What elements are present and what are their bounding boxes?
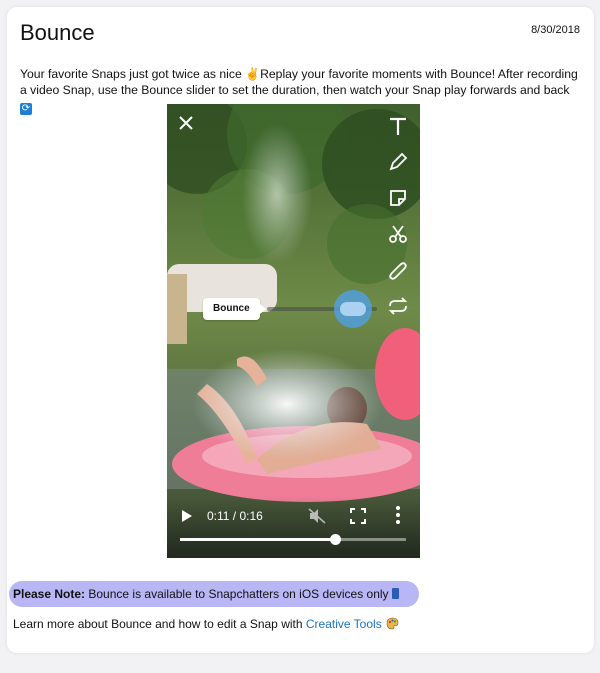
close-icon[interactable] <box>177 114 195 132</box>
learn-more-text: Learn more about Bounce and how to edit … <box>13 617 399 631</box>
paperclip-icon[interactable] <box>386 258 410 282</box>
article-date: 8/30/2018 <box>531 24 580 36</box>
video-progress-fill <box>180 538 336 541</box>
creative-tools-link[interactable]: Creative Tools <box>306 617 382 631</box>
time-display: 0:11 / 0:16 <box>207 509 263 523</box>
text-icon[interactable] <box>386 114 410 138</box>
video-progress-bar[interactable] <box>180 534 406 545</box>
artist-palette-icon <box>386 617 399 630</box>
video-frame <box>167 104 420 558</box>
fullscreen-icon[interactable] <box>350 508 366 524</box>
victory-hand-icon: ✌ <box>245 67 261 81</box>
mute-icon[interactable] <box>308 508 326 524</box>
play-icon[interactable] <box>179 509 193 523</box>
pencil-icon[interactable] <box>386 150 410 174</box>
description-text-1: Your favorite Snaps just got twice as ni… <box>20 67 246 81</box>
repeat-icon: ⟳ <box>20 103 32 115</box>
mobile-phone-icon <box>391 588 399 599</box>
learn-more-prefix: Learn more about Bounce and how to edit … <box>13 617 306 631</box>
bounce-slider[interactable]: Bounce <box>203 290 413 328</box>
sticker-icon[interactable] <box>386 186 410 210</box>
video-player[interactable]: Bounce 0:11 / 0:16 <box>167 104 420 558</box>
more-icon[interactable] <box>395 505 401 525</box>
video-controls: 0:11 / 0:16 <box>167 496 420 558</box>
bounce-label: Bounce <box>203 298 266 320</box>
bounce-slider-handle[interactable] <box>333 290 372 328</box>
article-title: Bounce <box>20 20 95 45</box>
note-text: Bounce is available to Snapchatters on i… <box>85 587 389 601</box>
please-note-callout: Please Note: Bounce is available to Snap… <box>9 581 419 607</box>
video-progress-handle[interactable] <box>330 534 342 545</box>
scissors-icon[interactable] <box>386 222 410 246</box>
note-label: Please Note: <box>13 587 86 601</box>
